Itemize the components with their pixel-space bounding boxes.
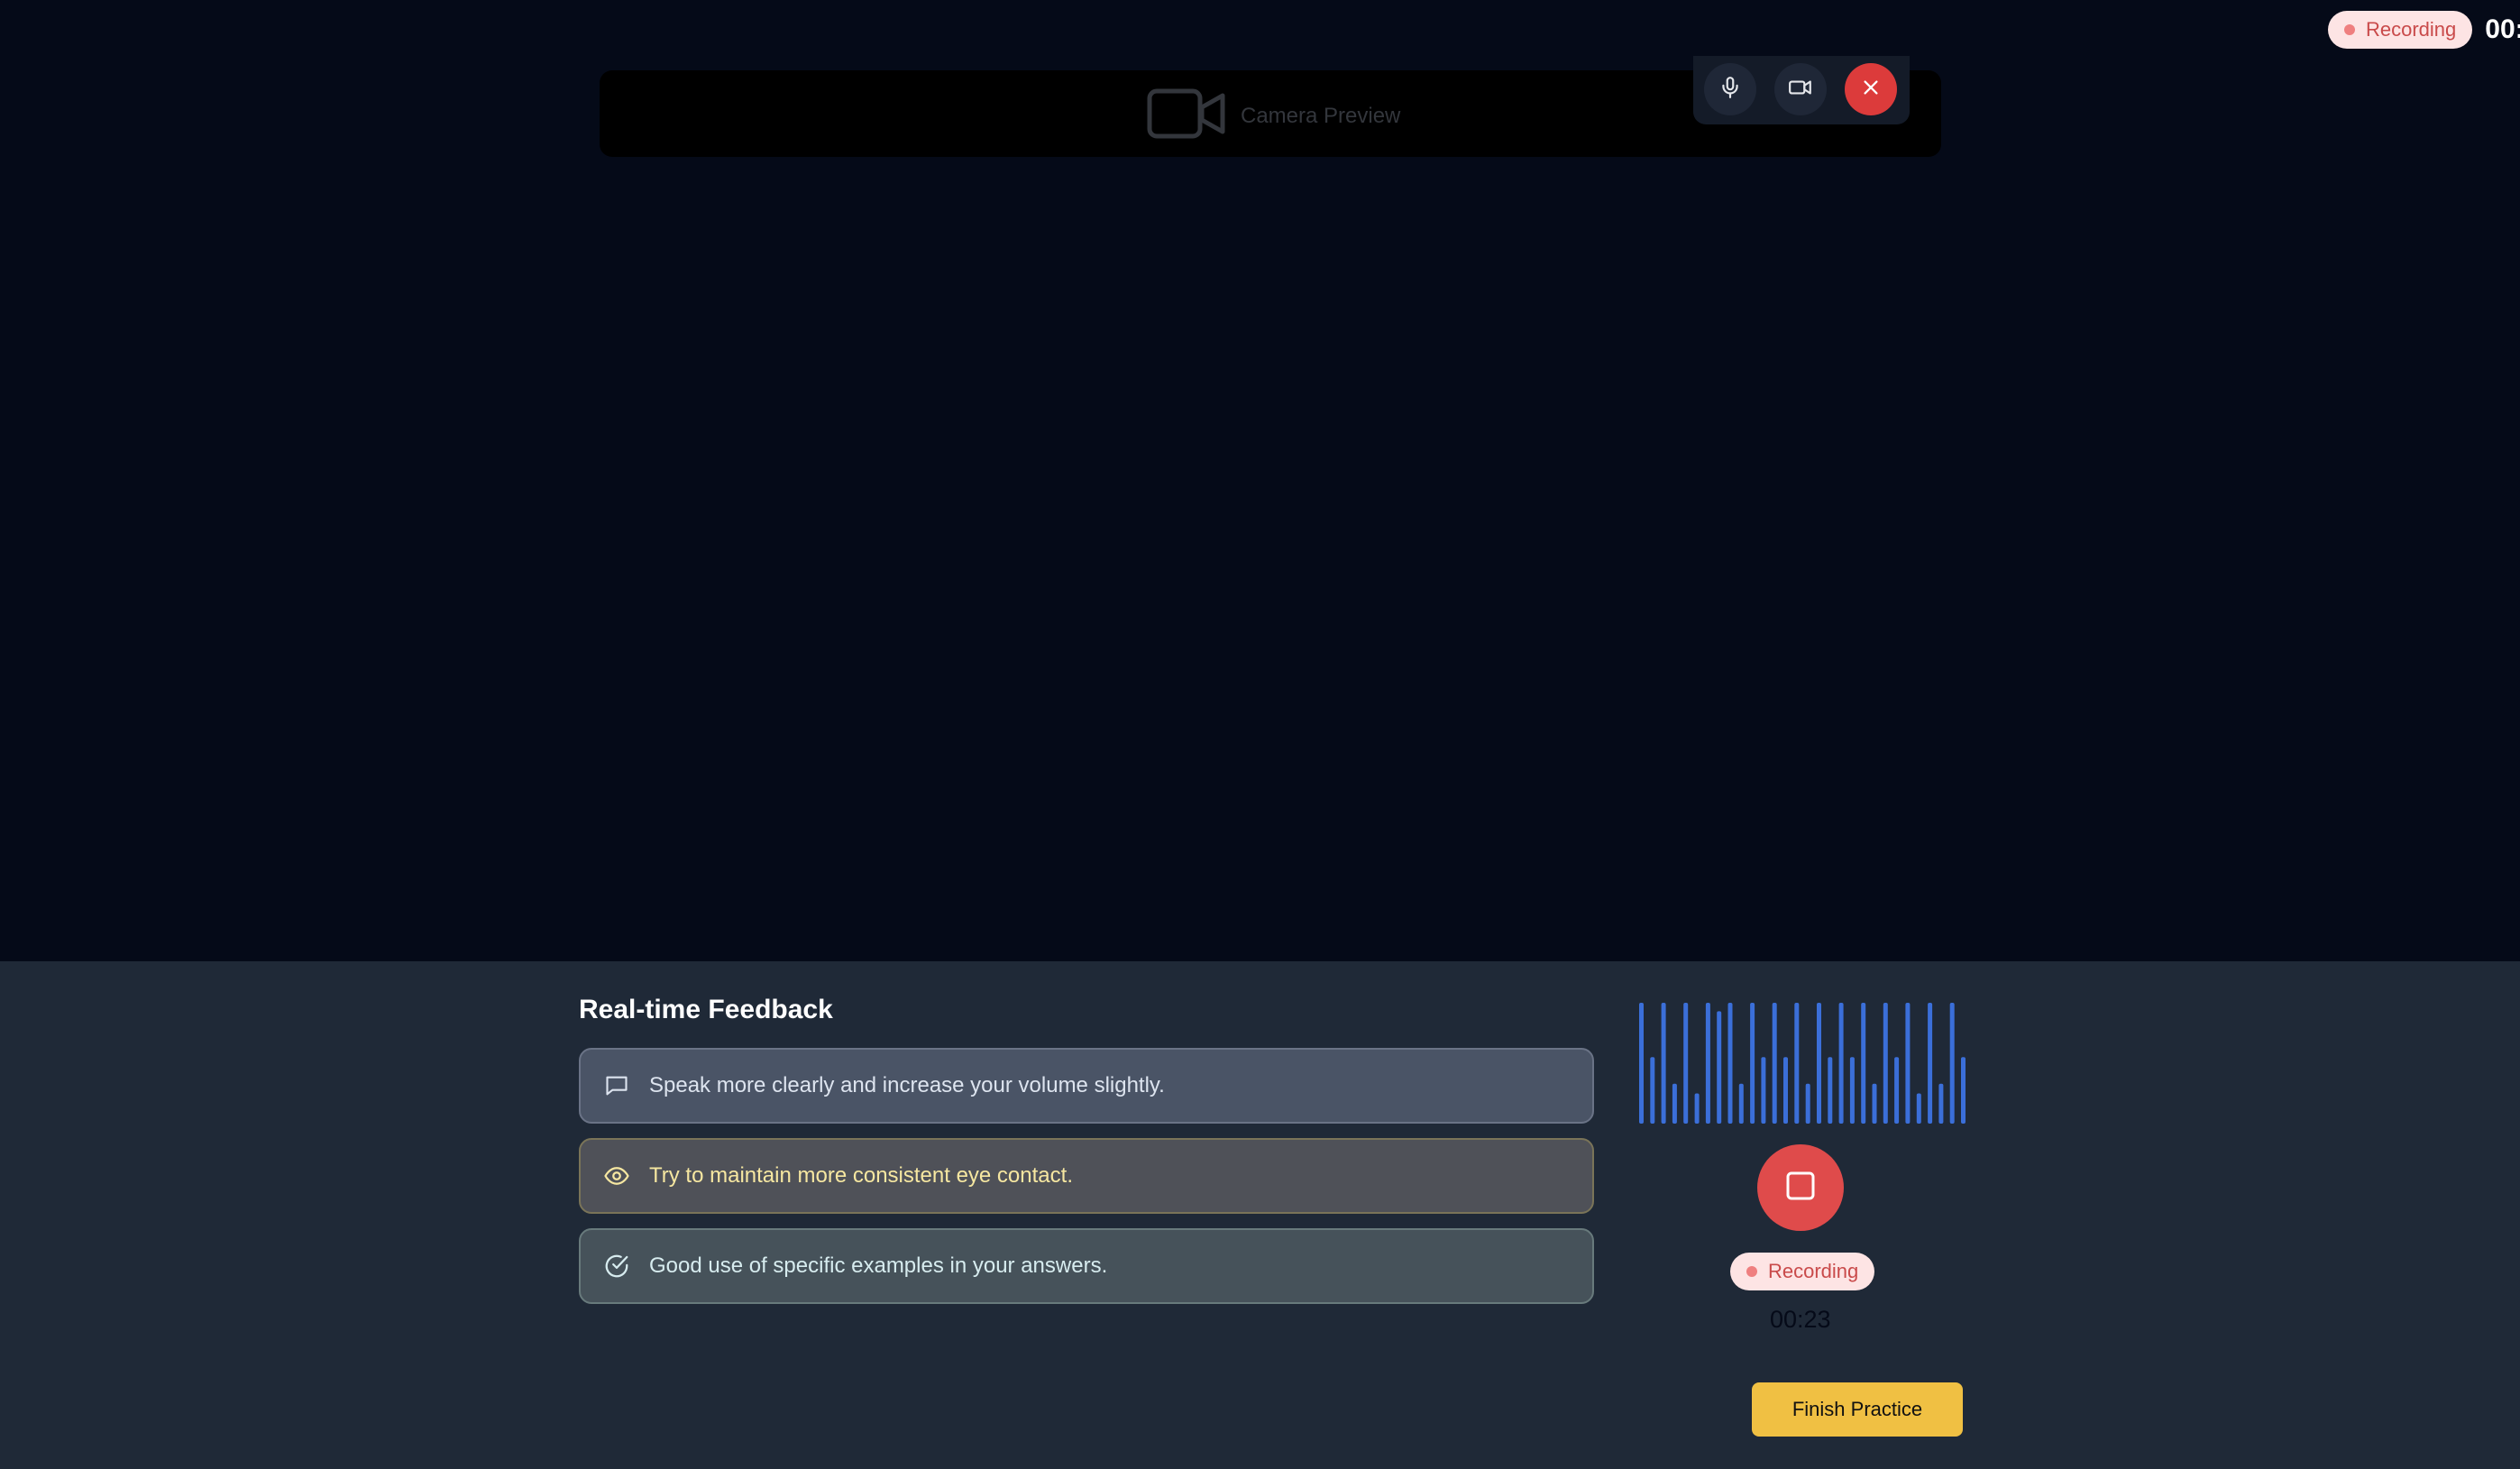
- waveform-bar: [1683, 1003, 1689, 1124]
- waveform-bar: [1717, 1011, 1722, 1124]
- camera-toggle-button[interactable]: [1774, 63, 1827, 115]
- camera-icon: [1147, 88, 1226, 143]
- waveform-bar: [1661, 1003, 1666, 1124]
- waveform-bar: [1783, 1057, 1788, 1124]
- waveform-bar: [1672, 1083, 1677, 1124]
- finish-practice-button[interactable]: Finish Practice: [1752, 1382, 1963, 1437]
- recording-badge-label: Recording: [2366, 18, 2457, 41]
- close-icon: [1861, 78, 1881, 102]
- message-icon: [602, 1071, 631, 1100]
- video-camera-icon: [1788, 76, 1813, 104]
- call-controls: [1693, 56, 1910, 124]
- waveform-bar: [1805, 1083, 1810, 1124]
- feedback-item-text: Try to maintain more consistent eye cont…: [649, 1163, 1073, 1188]
- waveform-bar: [1828, 1057, 1833, 1124]
- feedback-item-examples: Good use of specific examples in your an…: [579, 1228, 1594, 1304]
- feedback-item-text: Speak more clearly and increase your vol…: [649, 1073, 1165, 1097]
- stop-recording-button[interactable]: [1757, 1144, 1844, 1231]
- waveform-bar: [1694, 1093, 1700, 1124]
- waveform-bar: [1894, 1057, 1900, 1124]
- camera-placeholder: Camera Preview: [1147, 88, 1400, 143]
- waveform-bar: [1750, 1003, 1755, 1124]
- waveform-bar: [1961, 1057, 1966, 1124]
- recording-dot-icon: [1746, 1266, 1757, 1277]
- camera-preview-label: Camera Preview: [1241, 103, 1401, 128]
- recording-status: Recording: [1730, 1253, 1875, 1290]
- recording-status-badge: Recording: [1730, 1253, 1875, 1290]
- feedback-item-speech: Speak more clearly and increase your vol…: [579, 1048, 1594, 1124]
- top-status-bar: Recording 00:: [2328, 11, 2520, 49]
- waveform-bar: [1772, 1003, 1777, 1124]
- waveform-bar: [1883, 1003, 1888, 1124]
- waveform-bar: [1938, 1083, 1944, 1124]
- waveform-bar: [1650, 1057, 1655, 1124]
- waveform-bar: [1738, 1083, 1744, 1124]
- waveform-bar: [1727, 1003, 1733, 1124]
- eye-icon: [602, 1161, 631, 1190]
- waveform-bar: [1817, 1003, 1821, 1124]
- feedback-item-text: Good use of specific examples in your an…: [649, 1253, 1108, 1278]
- waveform-bar: [1794, 1003, 1800, 1124]
- waveform-bar: [1861, 1003, 1866, 1124]
- waveform-bar: [1849, 1057, 1855, 1124]
- audio-waveform: [1639, 1003, 1966, 1124]
- end-call-button[interactable]: [1845, 63, 1897, 115]
- waveform-bar: [1639, 1003, 1644, 1124]
- waveform-bar: [1838, 1003, 1844, 1124]
- mic-toggle-button[interactable]: [1704, 63, 1756, 115]
- feedback-panel: [0, 961, 2520, 1469]
- waveform-bar: [1928, 1003, 1933, 1124]
- recording-badge: Recording: [2328, 11, 2473, 49]
- recording-timer: 00:23: [1770, 1306, 1831, 1333]
- waveform-bar: [1761, 1057, 1766, 1124]
- waveform-bar: [1705, 1003, 1710, 1124]
- waveform-bar: [1916, 1093, 1921, 1124]
- stop-icon: [1785, 1171, 1816, 1206]
- elapsed-time: 00:: [2485, 14, 2520, 44]
- waveform-bar: [1872, 1083, 1877, 1124]
- check-circle-icon: [602, 1252, 631, 1281]
- waveform-bar: [1949, 1003, 1955, 1124]
- feedback-title: Real-time Feedback: [579, 995, 833, 1024]
- recording-dot-icon: [2344, 24, 2355, 35]
- microphone-icon: [1718, 76, 1742, 104]
- waveform-bar: [1905, 1003, 1911, 1124]
- feedback-item-eye-contact: Try to maintain more consistent eye cont…: [579, 1138, 1594, 1214]
- recording-status-label: Recording: [1768, 1260, 1859, 1282]
